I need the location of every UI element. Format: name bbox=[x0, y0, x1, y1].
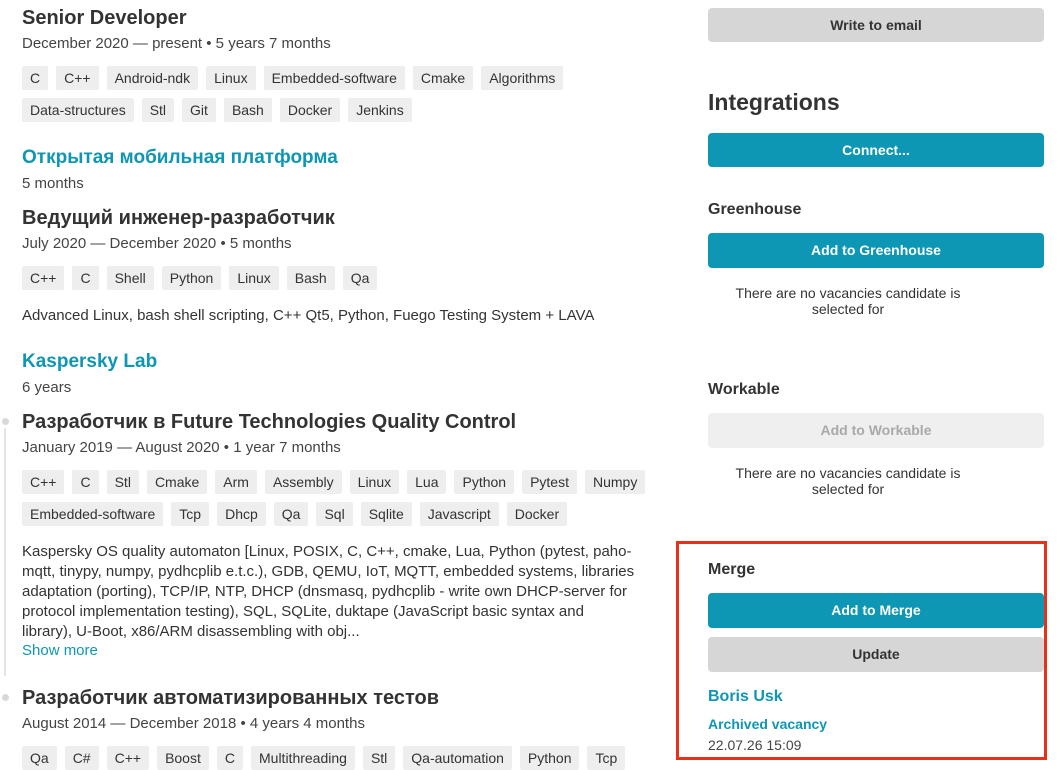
skill-tag: Tcp bbox=[171, 502, 210, 526]
skill-tag: Jenkins bbox=[348, 98, 412, 122]
skill-tag: Pytest bbox=[522, 470, 577, 494]
workable-note: There are no vacancies candidate is sele… bbox=[735, 465, 961, 497]
job-dates: August 2014 — December 2018 • 4 years 4 … bbox=[22, 715, 365, 732]
company-name[interactable]: Kaspersky Lab bbox=[22, 351, 157, 373]
resume-experience: Senior Developer December 2020 — present… bbox=[0, 0, 680, 770]
skill-tag: Android-ndk bbox=[106, 66, 199, 90]
skill-tag: Linux bbox=[206, 66, 256, 90]
job-title: Разработчик автоматизированных тестов bbox=[22, 687, 440, 709]
skill-tags: Qa C# C++ Boost C Multithreading Stl Qa-automat… bbox=[22, 746, 672, 770]
skill-tag: Qa-automation bbox=[403, 746, 512, 770]
skill-tag: Cmake bbox=[412, 66, 474, 90]
company-duration: 5 months bbox=[22, 175, 84, 192]
skill-tag: Qa bbox=[342, 266, 378, 290]
merge-highlight-box bbox=[676, 541, 1047, 760]
skill-tag: Qa bbox=[273, 502, 309, 526]
skill-tag: C bbox=[72, 266, 99, 290]
skill-tag: Sql bbox=[316, 502, 353, 526]
skill-tag: Numpy bbox=[584, 470, 646, 494]
skill-tag: C# bbox=[64, 746, 99, 770]
skill-tag: Javascript bbox=[419, 502, 499, 526]
skill-tag: Shell bbox=[106, 266, 154, 290]
job-title: Разработчик в Future Technologies Qualit… bbox=[22, 411, 517, 433]
skill-tag: Stl bbox=[362, 746, 396, 770]
skill-tag: Dhcp bbox=[217, 502, 266, 526]
connect-button[interactable]: Connect... bbox=[708, 133, 1044, 167]
skill-tag: Data-structures bbox=[22, 98, 134, 122]
skill-tag: Python bbox=[519, 746, 580, 770]
skill-tag: Assembly bbox=[264, 470, 342, 494]
skill-tags: C++ C Shell Python Linux Bash Qa bbox=[22, 266, 672, 290]
skill-tag: Linux bbox=[229, 266, 279, 290]
job-title: Ведущий инженер-разработчик bbox=[22, 207, 335, 229]
skill-tag: Python bbox=[161, 266, 222, 290]
write-to-email-button[interactable]: Write to email bbox=[708, 8, 1044, 42]
skill-tag: Lua bbox=[407, 470, 447, 494]
job-dates: July 2020 — December 2020 • 5 months bbox=[22, 235, 292, 252]
skill-tag: Embedded-software bbox=[22, 502, 164, 526]
skill-tag: Docker bbox=[506, 502, 568, 526]
skill-tag: Multithreading bbox=[251, 746, 355, 770]
show-more-link[interactable]: Show more bbox=[22, 642, 98, 659]
skill-tag: Cmake bbox=[146, 470, 208, 494]
skill-tag: Bash bbox=[286, 266, 335, 290]
skill-tag: C++ bbox=[22, 470, 65, 494]
skill-tag: Linux bbox=[349, 470, 400, 494]
job-description-line: protocol implementation testing), SQL, S… bbox=[22, 603, 584, 620]
greenhouse-heading: Greenhouse bbox=[708, 201, 802, 218]
skill-tag: Algorithms bbox=[481, 66, 564, 90]
timeline-dot bbox=[2, 694, 9, 701]
skill-tag: C++ bbox=[22, 266, 65, 290]
timeline-line bbox=[4, 428, 6, 676]
skill-tag: C bbox=[216, 746, 243, 770]
job-description-line: adaptation (porting), TCP/IP, NTP, DHCP … bbox=[22, 583, 627, 600]
skill-tag: Sqlite bbox=[360, 502, 412, 526]
company-duration: 6 years bbox=[22, 379, 72, 396]
skill-tags: Data-structures Stl Git Bash Docker Jenkins bbox=[22, 98, 672, 122]
skill-tag: C bbox=[22, 66, 49, 90]
integrations-heading: Integrations bbox=[708, 89, 840, 115]
job-description-line: mqtt, tinypy, numpy, pydhcplib e.t.c.), … bbox=[22, 563, 635, 580]
skill-tag: Git bbox=[182, 98, 216, 122]
skill-tags: C C++ Android-ndk Linux Embedded-software Cma… bbox=[22, 66, 672, 90]
skill-tags: Embedded-software Tcp Dhcp Qa Sql Sqlite Javas… bbox=[22, 502, 672, 526]
skill-tags: C++ C Stl Cmake Arm Assembly Linux Lua Python Pyt… bbox=[22, 470, 672, 494]
job-title: Senior Developer bbox=[22, 7, 187, 29]
skill-tag: Python bbox=[454, 470, 515, 494]
workable-heading: Workable bbox=[708, 381, 780, 398]
job-dates: January 2019 — August 2020 • 1 year 7 mo… bbox=[22, 439, 341, 456]
skill-tag: Qa bbox=[22, 746, 57, 770]
job-description: Advanced Linux, bash shell scripting, C+… bbox=[22, 307, 595, 324]
skill-tag: Boost bbox=[157, 746, 209, 770]
skill-tag: C++ bbox=[56, 66, 99, 90]
skill-tag: C bbox=[72, 470, 99, 494]
skill-tag: Bash bbox=[223, 98, 272, 122]
timeline-dot bbox=[2, 418, 9, 425]
greenhouse-note: There are no vacancies candidate is sele… bbox=[735, 285, 961, 317]
company-name[interactable]: Открытая мобильная платформа bbox=[22, 147, 338, 169]
skill-tag: Arm bbox=[215, 470, 257, 494]
job-dates: December 2020 — present • 5 years 7 mont… bbox=[22, 35, 331, 52]
skill-tag: Stl bbox=[141, 98, 175, 122]
skill-tag: Docker bbox=[279, 98, 341, 122]
skill-tag: Tcp bbox=[587, 746, 626, 770]
skill-tag: Stl bbox=[106, 470, 139, 494]
job-description-line: library), U-Boot, x86/ARM disassembling … bbox=[22, 623, 360, 640]
skill-tag: Embedded-software bbox=[263, 66, 405, 90]
job-description-line: Kaspersky OS quality automaton [Linux, P… bbox=[22, 543, 632, 560]
add-to-workable-button: Add to Workable bbox=[708, 413, 1044, 448]
skill-tag: C++ bbox=[106, 746, 150, 770]
add-to-greenhouse-button[interactable]: Add to Greenhouse bbox=[708, 233, 1044, 268]
